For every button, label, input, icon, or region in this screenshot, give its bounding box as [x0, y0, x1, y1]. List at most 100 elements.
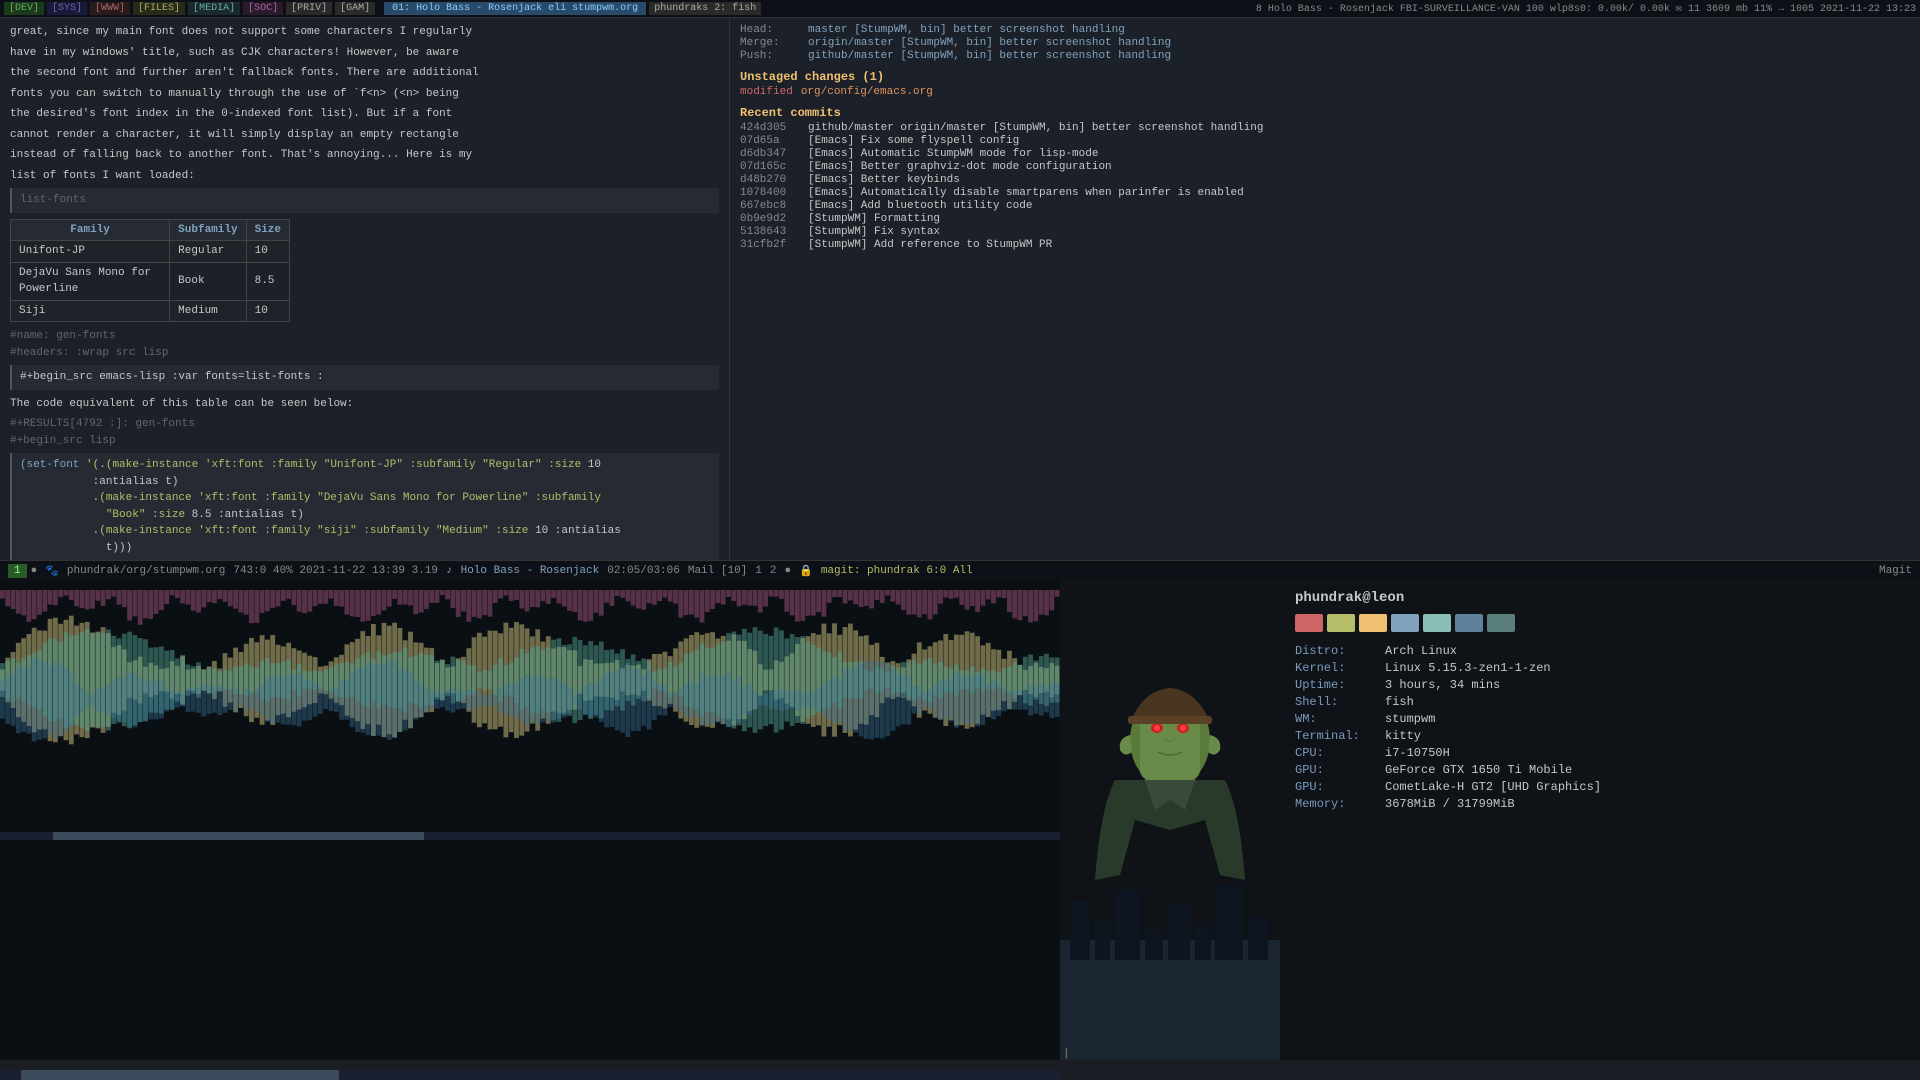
code-line-4: "Book" :size 8.5 :antialias t) [20, 507, 711, 524]
begin-src-lisp: #+begin_src lisp [10, 433, 719, 450]
head-val: master [StumpWM, bin] better screenshot … [808, 24, 1125, 36]
sysinfo-uptime: Uptime: 3 hours, 34 mins [1295, 678, 1905, 692]
recent-commits-heading[interactable]: Recent commits [740, 106, 1910, 120]
main-scrollbar[interactable] [0, 1070, 1060, 1080]
top-bar-right-info: 8 Holo Bass - Rosenjack FBI-SURVEILLANCE… [1256, 3, 1916, 15]
bottom-section [0, 580, 1060, 1060]
unstaged-heading[interactable]: Unstaged changes (1) [740, 70, 1910, 84]
commit-row[interactable]: 1078400[Emacs] Automatically disable sma… [740, 187, 1910, 199]
commit-row[interactable]: d48b270[Emacs] Better keybinds [740, 174, 1910, 186]
waveform-svg [0, 580, 1060, 780]
status-mode: magit: phundrak 6:0 All [821, 565, 973, 577]
status-bar: 1 ● 🐾 phundrak/org/stumpwm.org 743:0 40%… [0, 560, 1920, 580]
head-label: Head: [740, 24, 800, 36]
table-row: Siji Medium 10 [11, 300, 290, 322]
fonts-table: Family Subfamily Size Unifont-JP Regular… [10, 219, 290, 323]
status-col1: 1 [755, 565, 762, 577]
status-path: phundrak/org/stumpwm.org [67, 565, 225, 577]
recent-commits-section: Recent commits 424d305github/master orig… [740, 106, 1910, 251]
sysinfo-panel: phundrak@leon Distro: Arch Linux Kernel:… [1280, 580, 1920, 1060]
para1-line4: fonts you can switch to manually through… [10, 86, 719, 103]
status-lock-icon: 🔒 [799, 564, 813, 578]
code-line-2: :antialias t) [20, 474, 711, 491]
commit-row[interactable]: 31cfb2f[StumpWM] Add reference to StumpW… [740, 239, 1910, 251]
main-scrollbar-thumb[interactable] [21, 1070, 339, 1080]
cursor-indicator: | [1063, 1048, 1070, 1060]
modified-file: org/config/emacs.org [801, 86, 933, 98]
col-subfamily: Subfamily [170, 219, 246, 241]
workspace-gam[interactable]: [GAM] [335, 2, 375, 15]
unstaged-section: Unstaged changes (1) modified org/config… [740, 70, 1910, 98]
sysinfo-wm: WM: stumpwm [1295, 712, 1905, 726]
scrollbar[interactable] [0, 832, 1060, 840]
status-col2: 2 [770, 565, 777, 577]
org-content: great, since my main font does not suppo… [10, 24, 719, 580]
status-music-icon: ♪ [446, 565, 453, 577]
scrollbar-thumb[interactable] [53, 832, 424, 840]
code-block: (set-font '(.(make-instance 'xft:font :f… [10, 453, 719, 560]
workspace-sys[interactable]: [SYS] [47, 2, 87, 15]
left-panel[interactable]: great, since my main font does not suppo… [0, 18, 730, 580]
gen-fonts-header: #name: gen-fonts [10, 328, 719, 345]
workspace-dev[interactable]: [DEV] [4, 2, 44, 15]
commit-row[interactable]: 424d305github/master origin/master [Stum… [740, 122, 1910, 134]
secondary-tab[interactable]: phundraks 2: fish [649, 2, 761, 15]
sysinfo-kernel: Kernel: Linux 5.15.3-zen1-1-zen [1295, 661, 1905, 675]
sysinfo-cpu: CPU: i7-10750H [1295, 746, 1905, 760]
color-swatch [1327, 614, 1355, 632]
code-equiv-text: The code equivalent of this table can be… [10, 396, 719, 413]
workspace-media[interactable]: [MEDIA] [188, 2, 240, 15]
para1-line2: have in my windows' title, such as CJK c… [10, 45, 719, 62]
sysinfo-username: phundrak@leon [1295, 590, 1905, 606]
sysinfo-shell: Shell: fish [1295, 695, 1905, 709]
para1-line1: great, since my main font does not suppo… [10, 24, 719, 41]
commit-row[interactable]: 07d65a[Emacs] Fix some flyspell config [740, 135, 1910, 147]
status-position: 743:0 40% 2021-11-22 13:39 3.19 [233, 565, 438, 577]
table-row: Unifont-JP Regular 10 [11, 241, 290, 263]
commit-row[interactable]: 667ebc8[Emacs] Add bluetooth utility cod… [740, 200, 1910, 212]
merge-val: origin/master [StumpWM, bin] better scre… [808, 37, 1171, 49]
status-right: Magit [1879, 565, 1912, 577]
code-line-1: (set-font '(.(make-instance 'xft:font :f… [20, 457, 711, 474]
modified-row[interactable]: modified org/config/emacs.org [740, 86, 1910, 98]
status-time: 02:05/03:06 [607, 565, 680, 577]
avatar-area [1060, 580, 1280, 1060]
code-line-5: .(make-instance 'xft:font :family "siji"… [20, 523, 711, 540]
push-val: github/master [StumpWM, bin] better scre… [808, 50, 1171, 62]
color-swatch [1295, 614, 1323, 632]
right-panel[interactable]: Head: master [StumpWM, bin] better scree… [730, 18, 1920, 580]
color-swatch [1359, 614, 1387, 632]
main-layout: great, since my main font does not suppo… [0, 18, 1920, 580]
commit-row[interactable]: 5138643[StumpWM] Fix syntax [740, 226, 1910, 238]
table-name-header: list-fonts [10, 188, 719, 213]
sysinfo-terminal: Terminal: kitty [1295, 729, 1905, 743]
commit-row[interactable]: d6db347[Emacs] Automatic StumpWM mode fo… [740, 148, 1910, 160]
table-row: DejaVu Sans Mono for Powerline Book 8.5 [11, 262, 290, 300]
color-swatch [1391, 614, 1419, 632]
workspace-priv[interactable]: [PRIV] [286, 2, 332, 15]
status-indicator: ● [31, 565, 38, 577]
status-num: 1 [8, 564, 27, 578]
commit-row[interactable]: 0b9e9d2[StumpWM] Formatting [740, 213, 1910, 225]
workspace-files[interactable]: [FILES] [133, 2, 185, 15]
para1-line8: list of fonts I want loaded: [10, 168, 719, 185]
begin-src-line: #+begin_src emacs-lisp :var fonts=list-f… [10, 365, 719, 390]
workspace-www[interactable]: [WWW] [90, 2, 130, 15]
active-tab[interactable]: 01: Holo Bass - Rosenjack eli stumpwm.or… [384, 2, 646, 15]
results-line: #+RESULTS[4792 :]: gen-fonts [10, 416, 719, 433]
top-bar: [DEV] [SYS] [WWW] [FILES] [MEDIA] [SOC] … [0, 0, 1920, 18]
workspace-soc[interactable]: [SOC] [243, 2, 283, 15]
color-swatch [1423, 614, 1451, 632]
waveform-container[interactable] [0, 580, 1060, 780]
para1-line5: the desired's font index in the 0-indexe… [10, 106, 719, 123]
color-swatch [1455, 614, 1483, 632]
avatar-svg [1060, 580, 1280, 1060]
headers-line: #headers: :wrap src lisp [10, 345, 719, 362]
color-swatch [1487, 614, 1515, 632]
code-line-6: t))) [20, 540, 711, 557]
commit-row[interactable]: 07d165c[Emacs] Better graphviz-dot mode … [740, 161, 1910, 173]
para1-line3: the second font and further aren't fallb… [10, 65, 719, 82]
push-label: Push: [740, 50, 800, 62]
modified-label: modified [740, 86, 793, 98]
status-mail: Mail [10] [688, 565, 747, 577]
